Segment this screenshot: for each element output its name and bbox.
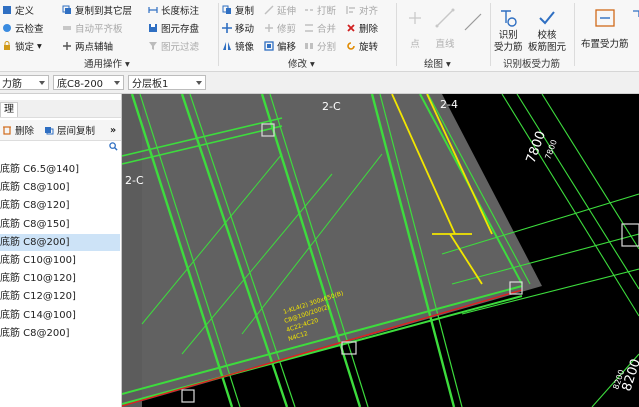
align-slab-icon (63, 26, 71, 30)
recognize-rebar-button[interactable]: 识别 受力筋 (494, 8, 523, 54)
group-separator (218, 3, 219, 66)
layer-copy-icon (45, 127, 54, 135)
save-element-button[interactable]: 图元存盘 (148, 20, 199, 36)
rebar-list-item[interactable]: 底筋 C8@100] (0, 179, 120, 196)
rebar-list-item[interactable]: 底筋 C10@100] (0, 252, 120, 269)
copy-icon (222, 5, 231, 14)
copy-floor-icon (62, 5, 71, 14)
panel-delete-button[interactable]: 删除 (2, 122, 34, 138)
place-rebar-button[interactable]: 布置受力筋 (581, 8, 629, 51)
cloud-check-icon (3, 24, 11, 32)
cad-drawing[interactable]: 1-KL4(2) 300x650(B) C8@100/200(2) 4C22;4… (122, 94, 639, 407)
offset-icon (264, 41, 274, 51)
group-label-recognize: 识别板受力筋 (503, 59, 561, 70)
draw-point-button[interactable]: 点 (404, 8, 426, 51)
rebar-name-select[interactable]: 底C8-200 (53, 75, 124, 90)
panel-more-button[interactable]: » (110, 122, 116, 138)
layer-copy-button[interactable]: 层间复制 (44, 122, 95, 138)
slab-region-edge (122, 94, 142, 407)
lock-button[interactable]: 锁定 ▾ (2, 38, 42, 54)
chevron-down-icon (39, 81, 45, 85)
slash-icon (464, 13, 482, 31)
dimension-icon (148, 7, 158, 13)
delete-icon (347, 24, 355, 32)
chevron-down-icon: ▾ (37, 40, 42, 52)
rebar-list-item[interactable]: 底筋 C8@120] (0, 197, 120, 214)
ribbon: 定义 云检查 锁定 ▾ 复制到其它层 自动平齐板 两点辅轴 长度标注 图元存盘 … (0, 0, 639, 72)
point-icon (409, 12, 421, 24)
copy-to-other-floor-button[interactable]: 复制到其它层 (62, 2, 132, 18)
offset-button[interactable]: 偏移 (264, 38, 296, 54)
trim-button[interactable]: 修剪 (264, 20, 296, 36)
rebar-list-item[interactable]: 底筋 C14@100] (0, 307, 120, 324)
delete-button[interactable]: 删除 (346, 20, 378, 36)
rebar-list-item[interactable]: 底筋 C12@120] (0, 288, 120, 305)
break-icon (305, 9, 313, 11)
axis-label: 2-C (322, 100, 341, 113)
chevron-down-icon (114, 81, 120, 85)
rotate-icon (347, 42, 355, 50)
extend-icon (264, 5, 274, 15)
group-separator (396, 3, 397, 66)
panel-toolbar: 删除 层间复制 » (0, 120, 121, 141)
line-icon (435, 8, 455, 28)
align-button[interactable]: 对齐 (346, 2, 378, 18)
check-icon (539, 11, 555, 25)
axis-icon (63, 42, 71, 50)
mirror-button[interactable]: 镜像 (222, 38, 254, 54)
draw-line-button[interactable]: 直线 (434, 8, 456, 51)
element-type-select[interactable]: 力筋 (0, 75, 49, 90)
break-button[interactable]: 打断 (304, 2, 336, 18)
filter-icon (149, 42, 157, 50)
two-point-axis-button[interactable]: 两点辅轴 (62, 38, 113, 54)
group-label-general: 通用操作 ▾ (84, 59, 130, 70)
group-label-draw: 绘图 ▾ (424, 59, 451, 70)
draw-line-tool[interactable] (462, 12, 484, 34)
rebar-list-item[interactable]: 底筋 C6.5@140] (0, 161, 120, 178)
group-label-modify: 修改 ▾ (288, 59, 315, 70)
mirror-icon (223, 42, 231, 50)
search-icon[interactable] (109, 142, 118, 151)
panel-tab[interactable]: 理 (0, 102, 18, 117)
extend-button[interactable]: 延伸 (264, 2, 296, 18)
component-list-panel: 理 删除 层间复制 » 底筋 C6.5@140] 底筋 C8@100] 底筋 C8@… (0, 94, 122, 407)
cloud-check-button[interactable]: 云检查 (2, 20, 44, 36)
group-separator (490, 3, 491, 66)
property-toolbar: 力筋 底C8-200 分层板1 (0, 72, 639, 94)
move-button[interactable]: 移动 (222, 20, 254, 36)
delete-icon (3, 126, 11, 135)
move-icon (222, 23, 232, 33)
auto-align-slab-button[interactable]: 自动平齐板 (62, 20, 123, 36)
rebar-list-item[interactable]: 底筋 C8@200] (0, 325, 120, 342)
panel-header: 理 (0, 100, 121, 118)
recognize-icon (501, 10, 517, 27)
length-dimension-button[interactable]: 长度标注 (148, 2, 199, 18)
rebar-list-item[interactable]: 底筋 C8@200] (0, 233, 120, 251)
define-button[interactable]: 定义 (2, 2, 34, 18)
split-icon (305, 43, 313, 49)
chevron-down-icon (196, 81, 202, 85)
trim-icon (265, 24, 273, 32)
axis-label: 2-C (125, 174, 144, 187)
check-slab-rebar-button[interactable]: 校核 板筋图元 (528, 8, 566, 54)
rotate-button[interactable]: 旋转 (346, 38, 378, 54)
split-button[interactable]: 分割 (304, 38, 336, 54)
drawing-canvas[interactable]: 1-KL4(2) 300x650(B) C8@100/200(2) 4C22;4… (122, 94, 639, 407)
copy-button[interactable]: 复制 (222, 2, 254, 18)
rebar-list-item[interactable]: 底筋 C8@150] (0, 216, 120, 233)
merge-button[interactable]: 合并 (304, 20, 336, 36)
merge-icon (305, 24, 313, 32)
layer-slab-select[interactable]: 分层板1 (128, 75, 206, 90)
place-rebar-icon (595, 9, 615, 27)
align-icon (346, 6, 355, 14)
rebar-list-item[interactable]: 底筋 C10@120] (0, 270, 120, 287)
axis-label: 2-4 (440, 98, 458, 111)
save-icon (149, 24, 157, 32)
define-icon (3, 6, 11, 14)
group-separator (574, 3, 575, 66)
lock-icon (4, 41, 10, 50)
element-filter-button[interactable]: 图元过滤 (148, 38, 199, 54)
more-ribbon-icon[interactable] (631, 6, 639, 22)
panel-search[interactable] (0, 141, 121, 151)
